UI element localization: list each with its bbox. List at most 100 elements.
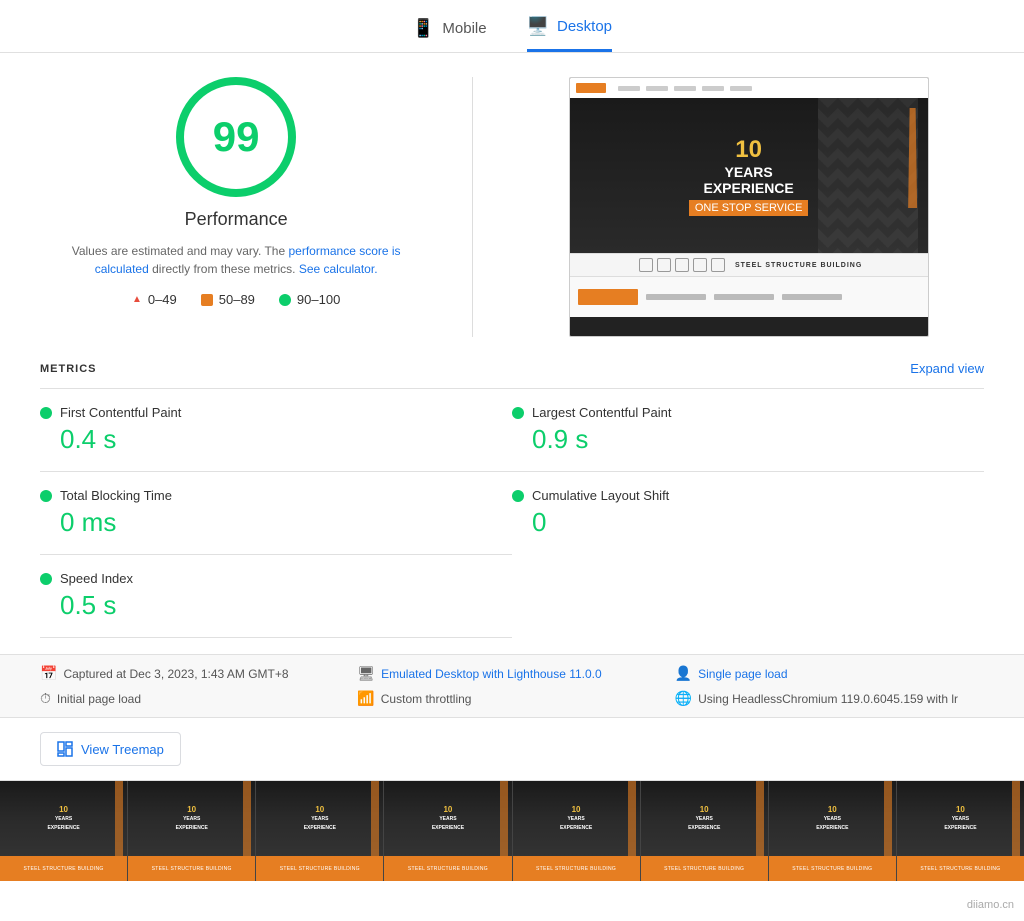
preview-nav-item [618, 86, 640, 91]
thumb-inner-8: 10 YEARSEXPERIENCE [897, 781, 1024, 856]
metric-cls-label: Cumulative Layout Shift [532, 488, 669, 503]
info-browser-text: Using HeadlessChromium 119.0.6045.159 wi… [698, 692, 958, 706]
single-page-link[interactable]: Single page load [698, 667, 787, 681]
score-value: 99 [213, 113, 260, 161]
signal-icon: 📶 [357, 690, 374, 707]
thumb-bottom-6: STEEL STRUCTURE BUILDING [641, 856, 768, 881]
calendar-icon: 📅 [40, 665, 57, 682]
preview-title: STEEL STRUCTURE BUILDING [735, 262, 862, 269]
metric-tbt-dot [40, 490, 52, 502]
score-section: 99 Performance Values are estimated and … [40, 77, 432, 307]
thumbnail-4: 10 YEARSEXPERIENCE STEEL STRUCTURE BUILD… [384, 781, 512, 881]
tab-mobile-label: Mobile [442, 20, 486, 37]
preview-experience: YEARSEXPERIENCE [689, 164, 809, 196]
preview-nav-item [730, 86, 752, 91]
thumbnail-6: 10 YEARSEXPERIENCE STEEL STRUCTURE BUILD… [641, 781, 769, 881]
average-label: 50–89 [219, 292, 255, 307]
metric-fcp-value: 0.4 s [40, 424, 512, 455]
fail-label: 0–49 [148, 292, 177, 307]
info-bar: 📅 Captured at Dec 3, 2023, 1:43 AM GMT+8… [0, 654, 1024, 718]
expand-view-button[interactable]: Expand view [910, 361, 984, 376]
see-calculator-link[interactable]: See calculator. [299, 262, 378, 276]
thumb-crane-7 [884, 781, 892, 856]
score-circle: 99 [176, 77, 296, 197]
metric-si-value: 0.5 s [40, 590, 512, 621]
preview-hero-text: 10 YEARSEXPERIENCE ONE STOP SERVICE [689, 136, 809, 216]
thumb-inner-2: 10 YEARSEXPERIENCE [128, 781, 255, 856]
metrics-section: METRICS Expand view First Contentful Pai… [0, 361, 1024, 638]
score-legend: ▲ 0–49 50–89 90–100 [132, 292, 340, 307]
thumb-bottom-5: STEEL STRUCTURE BUILDING [513, 856, 640, 881]
thumb-bottom-7: STEEL STRUCTURE BUILDING [769, 856, 896, 881]
thumb-bottom-8: STEEL STRUCTURE BUILDING [897, 856, 1024, 881]
desktop-icon: 🖥️ [527, 16, 549, 37]
preview-bottom-links [646, 294, 842, 300]
mobile-icon: 📱 [412, 18, 434, 39]
info-captured: 📅 Captured at Dec 3, 2023, 1:43 AM GMT+8 [40, 665, 349, 682]
tab-mobile[interactable]: 📱 Mobile [412, 18, 487, 51]
preview-section: 10 YEARSEXPERIENCE ONE STOP SERVICE STEE… [513, 77, 984, 337]
thumb-text-7: 10 YEARSEXPERIENCE [816, 805, 848, 832]
metric-si-dot [40, 573, 52, 585]
view-treemap-button[interactable]: View Treemap [40, 732, 181, 766]
thumb-inner-5: 10 YEARSEXPERIENCE [513, 781, 640, 856]
preview-nav-item [702, 86, 724, 91]
thumb-crane-5 [628, 781, 636, 856]
preview-hero: 10 YEARSEXPERIENCE ONE STOP SERVICE [570, 98, 928, 253]
preview-badge [711, 258, 725, 272]
metric-fcp: First Contentful Paint 0.4 s [40, 388, 512, 471]
preview-bottom [570, 277, 928, 317]
preview-link [714, 294, 774, 300]
thumb-inner-7: 10 YEARSEXPERIENCE [769, 781, 896, 856]
thumb-text-8: 10 YEARSEXPERIENCE [944, 805, 976, 832]
thumb-inner-6: 10 YEARSEXPERIENCE [641, 781, 768, 856]
user-icon: 👤 [675, 665, 692, 682]
preview-nav-items [618, 86, 752, 91]
preview-scaffolding [818, 98, 918, 253]
preview-nav-item [674, 86, 696, 91]
legend-fail: ▲ 0–49 [132, 292, 177, 307]
metric-cls-label-row: Cumulative Layout Shift [512, 488, 984, 503]
main-content: 99 Performance Values are estimated and … [0, 77, 1024, 337]
thumb-bottom-2: STEEL STRUCTURE BUILDING [128, 856, 255, 881]
thumbnail-3: 10 YEARSEXPERIENCE STEEL STRUCTURE BUILD… [256, 781, 384, 881]
monitor-icon: 🖥 [357, 665, 375, 682]
score-description: Values are estimated and may vary. The p… [66, 242, 406, 278]
metric-lcp-label-row: Largest Contentful Paint [512, 405, 984, 420]
info-browser: 🌐 Using HeadlessChromium 119.0.6045.159 … [675, 690, 984, 707]
preview-badge [693, 258, 707, 272]
tab-bar: 📱 Mobile 🖥️ Desktop [0, 0, 1024, 53]
thumbnail-8: 10 YEARSEXPERIENCE STEEL STRUCTURE BUILD… [897, 781, 1024, 881]
metric-si: Speed Index 0.5 s [40, 554, 512, 638]
preview-link [646, 294, 706, 300]
average-icon [201, 294, 213, 306]
globe-icon: 🌐 [675, 690, 692, 707]
thumbnail-2: 10 YEARSEXPERIENCE STEEL STRUCTURE BUILD… [128, 781, 256, 881]
info-single-page: 👤 Single page load [675, 665, 984, 682]
metric-fcp-dot [40, 407, 52, 419]
thumb-inner-1: 10 YEARSEXPERIENCE [0, 781, 127, 856]
thumb-inner-4: 10 YEARSEXPERIENCE [384, 781, 511, 856]
thumbnail-7: 10 YEARSEXPERIENCE STEEL STRUCTURE BUILD… [769, 781, 897, 881]
preview-badge [657, 258, 671, 272]
preview-service: ONE STOP SERVICE [689, 200, 809, 216]
info-throttling: 📶 Custom throttling [357, 690, 666, 707]
preview-logo [576, 83, 606, 93]
emulated-link[interactable]: Emulated Desktop with Lighthouse 11.0.0 [381, 667, 602, 681]
metrics-header: METRICS Expand view [40, 361, 984, 376]
preview-link [782, 294, 842, 300]
thumbnail-5: 10 YEARSEXPERIENCE STEEL STRUCTURE BUILD… [513, 781, 641, 881]
metric-si-label-row: Speed Index [40, 571, 512, 586]
tab-desktop[interactable]: 🖥️ Desktop [527, 16, 612, 52]
thumb-text-6: 10 YEARSEXPERIENCE [688, 805, 720, 832]
info-initial-text: Initial page load [57, 692, 141, 706]
info-throttling-text: Custom throttling [381, 692, 472, 706]
treemap-icon [57, 741, 73, 757]
fail-icon: ▲ [132, 294, 142, 305]
thumb-bottom-1: STEEL STRUCTURE BUILDING [0, 856, 127, 881]
view-treemap-section: View Treemap [0, 718, 1024, 780]
thumb-crane-3 [371, 781, 379, 856]
metric-tbt-label-row: Total Blocking Time [40, 488, 512, 503]
metric-lcp-label: Largest Contentful Paint [532, 405, 671, 420]
preview-badge [639, 258, 653, 272]
